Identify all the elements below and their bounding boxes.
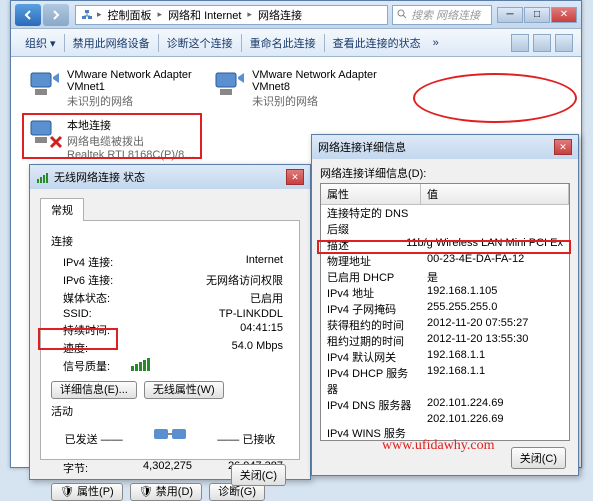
breadcrumb-network-internet[interactable]: 网络和 Internet: [165, 7, 244, 23]
organize-menu[interactable]: 组织 ▾: [19, 33, 62, 53]
list-row[interactable]: IPv4 地址192.168.1.105: [321, 285, 569, 301]
list-row[interactable]: IPv4 默认网关192.168.1.1: [321, 349, 569, 365]
breadcrumb-control-panel[interactable]: 控制面板: [105, 7, 155, 23]
close-button[interactable]: 关闭(C): [231, 464, 286, 486]
list-row[interactable]: 连接特定的 DNS 后缀: [321, 205, 569, 237]
close-button[interactable]: 关闭(C): [511, 447, 566, 469]
adapter-status: 未识别的网络: [252, 93, 382, 109]
minimize-button[interactable]: ─: [497, 7, 523, 23]
dialog-titlebar: 无线网络连接 状态 ✕: [30, 165, 310, 189]
list-row[interactable]: 物理地址00-23-4E-DA-FA-12: [321, 253, 569, 269]
details-label: 网络连接详细信息(D):: [320, 165, 570, 181]
list-header: 属性 值: [321, 184, 569, 205]
details-dialog: 网络连接详细信息 ✕ 网络连接详细信息(D): 属性 值 连接特定的 DNS 后…: [311, 134, 579, 476]
adapter-status: 未识别的网络: [67, 93, 197, 109]
sent-label: 已发送 ——: [65, 431, 123, 447]
view-icon[interactable]: [511, 34, 529, 52]
list-row[interactable]: 获得租约的时间2012-11-20 07:55:27: [321, 317, 569, 333]
view-status-button[interactable]: 查看此连接的状态: [327, 33, 427, 53]
adapter-icon: [27, 69, 63, 101]
rename-button[interactable]: 重命名此连接: [244, 33, 322, 53]
activity-icon: [150, 425, 190, 453]
list-row[interactable]: IPv4 子网掩码255.255.255.0: [321, 301, 569, 317]
titlebar: ▸ 控制面板 ▸ 网络和 Internet ▸ 网络连接 搜索 网络连接 ─ □…: [11, 1, 581, 29]
diagnose-button[interactable]: 诊断这个连接: [161, 33, 239, 53]
list-row[interactable]: IPv4 DNS 服务器202.101.224.69: [321, 397, 569, 413]
tab-panel: 连接 IPv4 连接:Internet IPv6 连接:无网络访问权限 媒体状态…: [40, 220, 300, 460]
breadcrumb[interactable]: ▸ 控制面板 ▸ 网络和 Internet ▸ 网络连接: [75, 5, 388, 25]
list-row[interactable]: 已启用 DHCP是: [321, 269, 569, 285]
watermark: www.ufidawhy.com: [382, 438, 495, 454]
adapter-vmnet1[interactable]: VMware Network Adapter VMnet1 未识别的网络: [27, 69, 197, 109]
adapter-icon: [212, 69, 248, 101]
wifi-properties-button[interactable]: 无线属性(W): [144, 381, 224, 399]
disable-device-button[interactable]: 禁用此网络设备: [67, 33, 156, 53]
recv-label: —— 已接收: [217, 431, 275, 447]
details-list: 属性 值 连接特定的 DNS 后缀描述11b/g Wireless LAN Mi…: [320, 183, 570, 441]
adapter-local[interactable]: 本地连接 网络电缆被拨出 Realtek RTL8168C(P)/8111C..…: [27, 117, 197, 161]
forward-button[interactable]: [43, 4, 69, 26]
adapter-status: 网络电缆被拨出: [67, 133, 197, 149]
wifi-icon: [36, 170, 50, 184]
disable-button[interactable]: 🛡 禁用(D): [130, 483, 202, 501]
back-button[interactable]: [15, 4, 41, 26]
close-button[interactable]: ✕: [551, 7, 577, 23]
list-row[interactable]: IPv4 DHCP 服务器192.168.1.1: [321, 365, 569, 397]
maximize-button[interactable]: □: [524, 7, 550, 23]
list-row[interactable]: 租约过期的时间2012-11-20 13:55:30: [321, 333, 569, 349]
tab-general[interactable]: 常规: [40, 198, 84, 221]
help-icon[interactable]: [555, 34, 573, 52]
search-icon: [397, 9, 408, 20]
properties-button[interactable]: 🛡 属性(P): [51, 483, 123, 501]
status-dialog: 无线网络连接 状态 ✕ 常规 连接 IPv4 连接:Internet IPv6 …: [29, 164, 311, 480]
connection-section-label: 连接: [51, 233, 289, 249]
list-row[interactable]: 描述11b/g Wireless LAN Mini PCI Ex: [321, 237, 569, 253]
adapter-name: 本地连接: [67, 117, 197, 133]
adapter-name: VMware Network Adapter VMnet1: [67, 69, 197, 93]
dialog-title: 网络连接详细信息: [318, 139, 554, 155]
col-value[interactable]: 值: [421, 184, 569, 204]
signal-bars: [131, 358, 283, 371]
dialog-close-button[interactable]: ✕: [286, 169, 304, 185]
list-row[interactable]: 202.101.226.69: [321, 413, 569, 425]
dialog-title: 无线网络连接 状态: [54, 169, 286, 185]
network-icon: [80, 8, 94, 22]
col-property[interactable]: 属性: [321, 184, 421, 204]
adapter-icon: [27, 117, 63, 149]
options-icon[interactable]: [533, 34, 551, 52]
dialog-close-button[interactable]: ✕: [554, 139, 572, 155]
search-input[interactable]: 搜索 网络连接: [392, 5, 492, 25]
window-controls: ─ □ ✕: [496, 7, 577, 23]
toolbar: 组织 ▾ 禁用此网络设备 诊断这个连接 重命名此连接 查看此连接的状态 »: [11, 29, 581, 57]
adapter-name: VMware Network Adapter VMnet8: [252, 69, 382, 93]
activity-section-label: 活动: [51, 403, 289, 419]
more-button[interactable]: »: [427, 35, 445, 51]
adapter-vmnet8[interactable]: VMware Network Adapter VMnet8 未识别的网络: [212, 69, 382, 109]
dialog-titlebar: 网络连接详细信息 ✕: [312, 135, 578, 159]
adapter-device: Realtek RTL8168C(P)/8111C...: [67, 149, 197, 161]
details-button[interactable]: 详细信息(E)...: [51, 381, 137, 399]
breadcrumb-network-connections[interactable]: 网络连接: [255, 7, 305, 23]
